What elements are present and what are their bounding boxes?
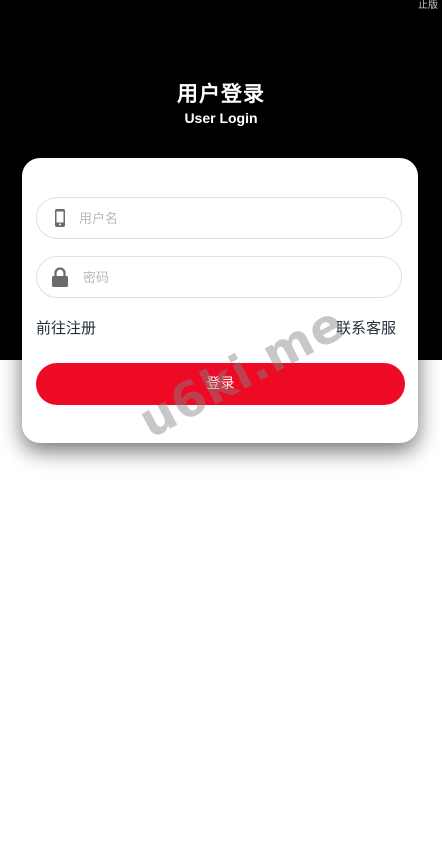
login-button[interactable]: 登录	[36, 363, 405, 405]
page-title: 用户登录	[177, 82, 265, 106]
register-link[interactable]: 前往注册	[36, 318, 96, 338]
password-field[interactable]	[36, 256, 402, 298]
username-field[interactable]	[36, 197, 402, 239]
lock-icon	[51, 267, 69, 287]
page-subtitle: User Login	[184, 110, 258, 126]
login-page: 止版 用户登录 User Login 前往注册 联系客服	[0, 0, 442, 841]
phone-icon	[51, 208, 69, 228]
username-input[interactable]	[77, 206, 381, 232]
password-input[interactable]	[81, 265, 385, 291]
login-card: 前往注册 联系客服 登录	[22, 158, 418, 443]
customer-service-link[interactable]: 联系客服	[336, 318, 396, 338]
corner-label: 止版	[418, 0, 438, 11]
